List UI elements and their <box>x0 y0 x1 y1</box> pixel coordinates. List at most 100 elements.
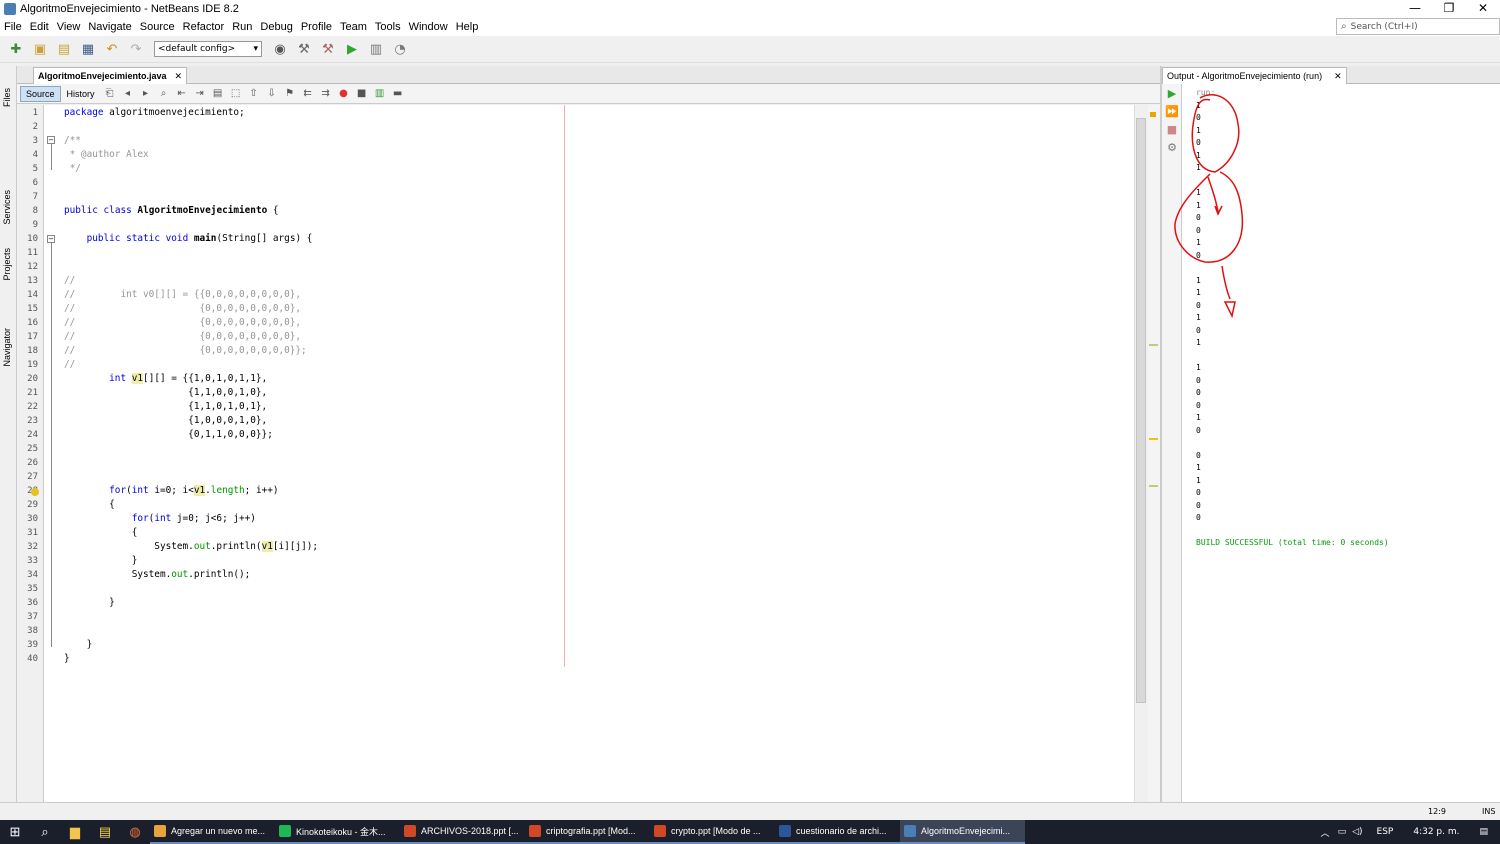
find-next-icon[interactable]: ⇥ <box>193 87 207 101</box>
taskbar-app[interactable]: criptografia.ppt [Mod... <box>525 820 650 844</box>
comment-icon[interactable]: ▥ <box>373 87 387 101</box>
network-icon[interactable]: ▭ <box>1338 827 1347 837</box>
rerun-icon[interactable]: ▶ <box>1165 86 1179 100</box>
menu-bar: File Edit View Navigate Source Refactor … <box>0 18 1500 36</box>
new-file-icon[interactable]: ✚ <box>6 40 26 58</box>
menu-debug[interactable]: Debug <box>256 21 296 33</box>
undo-icon[interactable]: ↶ <box>102 40 122 58</box>
editor-tab-bar: AlgoritmoEnvejecimiento.java ✕ <box>17 66 1160 84</box>
next-bookmark-icon[interactable]: ⇩ <box>265 87 279 101</box>
menu-file[interactable]: File <box>0 21 26 33</box>
history-button[interactable]: History <box>61 86 101 102</box>
output-tab[interactable]: Output - AlgoritmoEnvejecimiento (run) ✕ <box>1162 67 1347 84</box>
taskbar-app[interactable]: crypto.ppt [Modo de ... <box>650 820 775 844</box>
notifications-icon[interactable]: ▤ <box>1479 827 1488 837</box>
selection-icon[interactable]: ⬚ <box>229 87 243 101</box>
taskbar-app[interactable]: Kinokoteikoku - 金木... <box>275 820 400 844</box>
menu-tools[interactable]: Tools <box>371 21 405 33</box>
fold-toggle-icon[interactable]: − <box>47 235 55 243</box>
find-icon[interactable]: ⌕ <box>157 87 171 101</box>
open-project-icon[interactable]: ▤ <box>54 40 74 58</box>
scrollbar-thumb[interactable] <box>1136 118 1146 703</box>
menu-team[interactable]: Team <box>336 21 371 33</box>
taskbar-app-label: AlgoritmoEnvejecimi... <box>921 826 1011 836</box>
clock[interactable]: 4:32 p. m. <box>1413 827 1459 837</box>
start-macro-icon[interactable]: ● <box>337 87 351 101</box>
clean-build-icon[interactable]: ⚒ <box>318 40 338 58</box>
run-icon[interactable]: ▶ <box>342 40 362 58</box>
app-icon <box>779 825 791 837</box>
minimize-button[interactable]: — <box>1398 0 1432 18</box>
hint-bulb-icon[interactable] <box>31 488 39 496</box>
forward-icon[interactable]: ▸ <box>139 87 153 101</box>
tab-files[interactable]: Files <box>2 88 12 107</box>
output-console[interactable]: run: 1 0 1 0 1 1 1 1 0 0 1 0 1 1 0 1 0 1 1 0 0 0 1 0 0 1 1 0 0 0 BUILD … <box>1182 84 1500 802</box>
fold-toggle-icon[interactable]: − <box>47 136 55 144</box>
menu-refactor[interactable]: Refactor <box>179 21 229 33</box>
line-number: 29 <box>27 500 38 510</box>
new-project-icon[interactable]: ▣ <box>30 40 50 58</box>
file-explorer-icon[interactable]: ▆ <box>60 820 90 844</box>
editor-tab[interactable]: AlgoritmoEnvejecimiento.java ✕ <box>33 67 188 84</box>
menu-help[interactable]: Help <box>452 21 483 33</box>
uncomment-icon[interactable]: ▬ <box>391 87 405 101</box>
search-icon[interactable]: ⌕ <box>30 820 60 844</box>
code-editor[interactable]: package algoritmoenvejecimiento; /** * @a… <box>62 105 1134 802</box>
taskbar-app[interactable]: AlgoritmoEnvejecimi... <box>900 820 1025 844</box>
tab-services[interactable]: Services <box>2 190 12 225</box>
menu-run[interactable]: Run <box>228 21 256 33</box>
close-icon[interactable]: ✕ <box>1334 71 1342 82</box>
redo-icon[interactable]: ↷ <box>126 40 146 58</box>
code-line: for(int j=0; j<6; j++) <box>131 513 256 524</box>
code-line: } <box>64 597 115 608</box>
language-indicator[interactable]: ESP <box>1377 827 1394 837</box>
notes-icon[interactable]: ▤ <box>90 820 120 844</box>
output-line: 1 <box>1196 338 1201 347</box>
last-edit-icon[interactable]: ⎗ <box>103 87 117 101</box>
stop-macro-icon[interactable]: ■ <box>355 87 369 101</box>
taskbar-app[interactable]: ARCHIVOS-2018.ppt [... <box>400 820 525 844</box>
build-hammer-icon[interactable]: ⚒ <box>294 40 314 58</box>
restore-button[interactable]: ❐ <box>1432 0 1466 18</box>
shift-right-icon[interactable]: ⇉ <box>319 87 333 101</box>
line-number: 25 <box>27 444 38 454</box>
line-number: 30 <box>27 514 38 524</box>
taskbar-app[interactable]: cuestionario de archi... <box>775 820 900 844</box>
tab-projects[interactable]: Projects <box>2 248 12 281</box>
back-icon[interactable]: ◂ <box>121 87 135 101</box>
shift-left-icon[interactable]: ⇇ <box>301 87 315 101</box>
rerun-with-options-icon[interactable]: ⏩ <box>1165 104 1179 118</box>
stop-icon[interactable]: ■ <box>1165 122 1179 136</box>
profile-icon[interactable]: ◔ <box>390 40 410 58</box>
settings-icon[interactable]: ⚙ <box>1165 140 1179 154</box>
close-icon[interactable]: ✕ <box>175 71 183 82</box>
menu-navigate[interactable]: Navigate <box>84 21 135 33</box>
code-line: } <box>64 555 138 566</box>
menu-profile[interactable]: Profile <box>297 21 336 33</box>
menu-window[interactable]: Window <box>405 21 452 33</box>
menu-edit[interactable]: Edit <box>26 21 53 33</box>
toggle-highlight-icon[interactable]: ▤ <box>211 87 225 101</box>
line-number: 8 <box>32 206 38 216</box>
taskbar-app[interactable]: Agregar un nuevo me... <box>150 820 275 844</box>
toggle-bookmark-icon[interactable]: ⚑ <box>283 87 297 101</box>
firefox-icon[interactable]: ◍ <box>120 820 150 844</box>
debug-icon[interactable]: ▥ <box>366 40 386 58</box>
globe-icon[interactable]: ◉ <box>270 40 290 58</box>
close-button[interactable]: ✕ <box>1466 0 1500 18</box>
menu-view[interactable]: View <box>53 21 85 33</box>
volume-icon[interactable]: ◁) <box>1352 827 1362 837</box>
search-input[interactable]: ⌕ Search (Ctrl+I) <box>1336 18 1500 35</box>
source-button[interactable]: Source <box>20 85 61 102</box>
config-select[interactable]: <default config> ▾ <box>154 41 262 57</box>
line-number: 31 <box>27 528 38 538</box>
save-all-icon[interactable]: ▦ <box>78 40 98 58</box>
chevron-up-icon[interactable]: ︿ <box>1321 826 1330 839</box>
main-toolbar: ✚ ▣ ▤ ▦ ↶ ↷ <default config> ▾ ◉ ⚒ ⚒ ▶ ▥… <box>0 36 1500 63</box>
start-icon[interactable]: ⊞ <box>0 820 30 844</box>
tab-navigator[interactable]: Navigator <box>2 328 12 367</box>
menu-source[interactable]: Source <box>136 21 179 33</box>
prev-bookmark-icon[interactable]: ⇧ <box>247 87 261 101</box>
netbeans-icon <box>4 3 16 15</box>
find-previous-icon[interactable]: ⇤ <box>175 87 189 101</box>
